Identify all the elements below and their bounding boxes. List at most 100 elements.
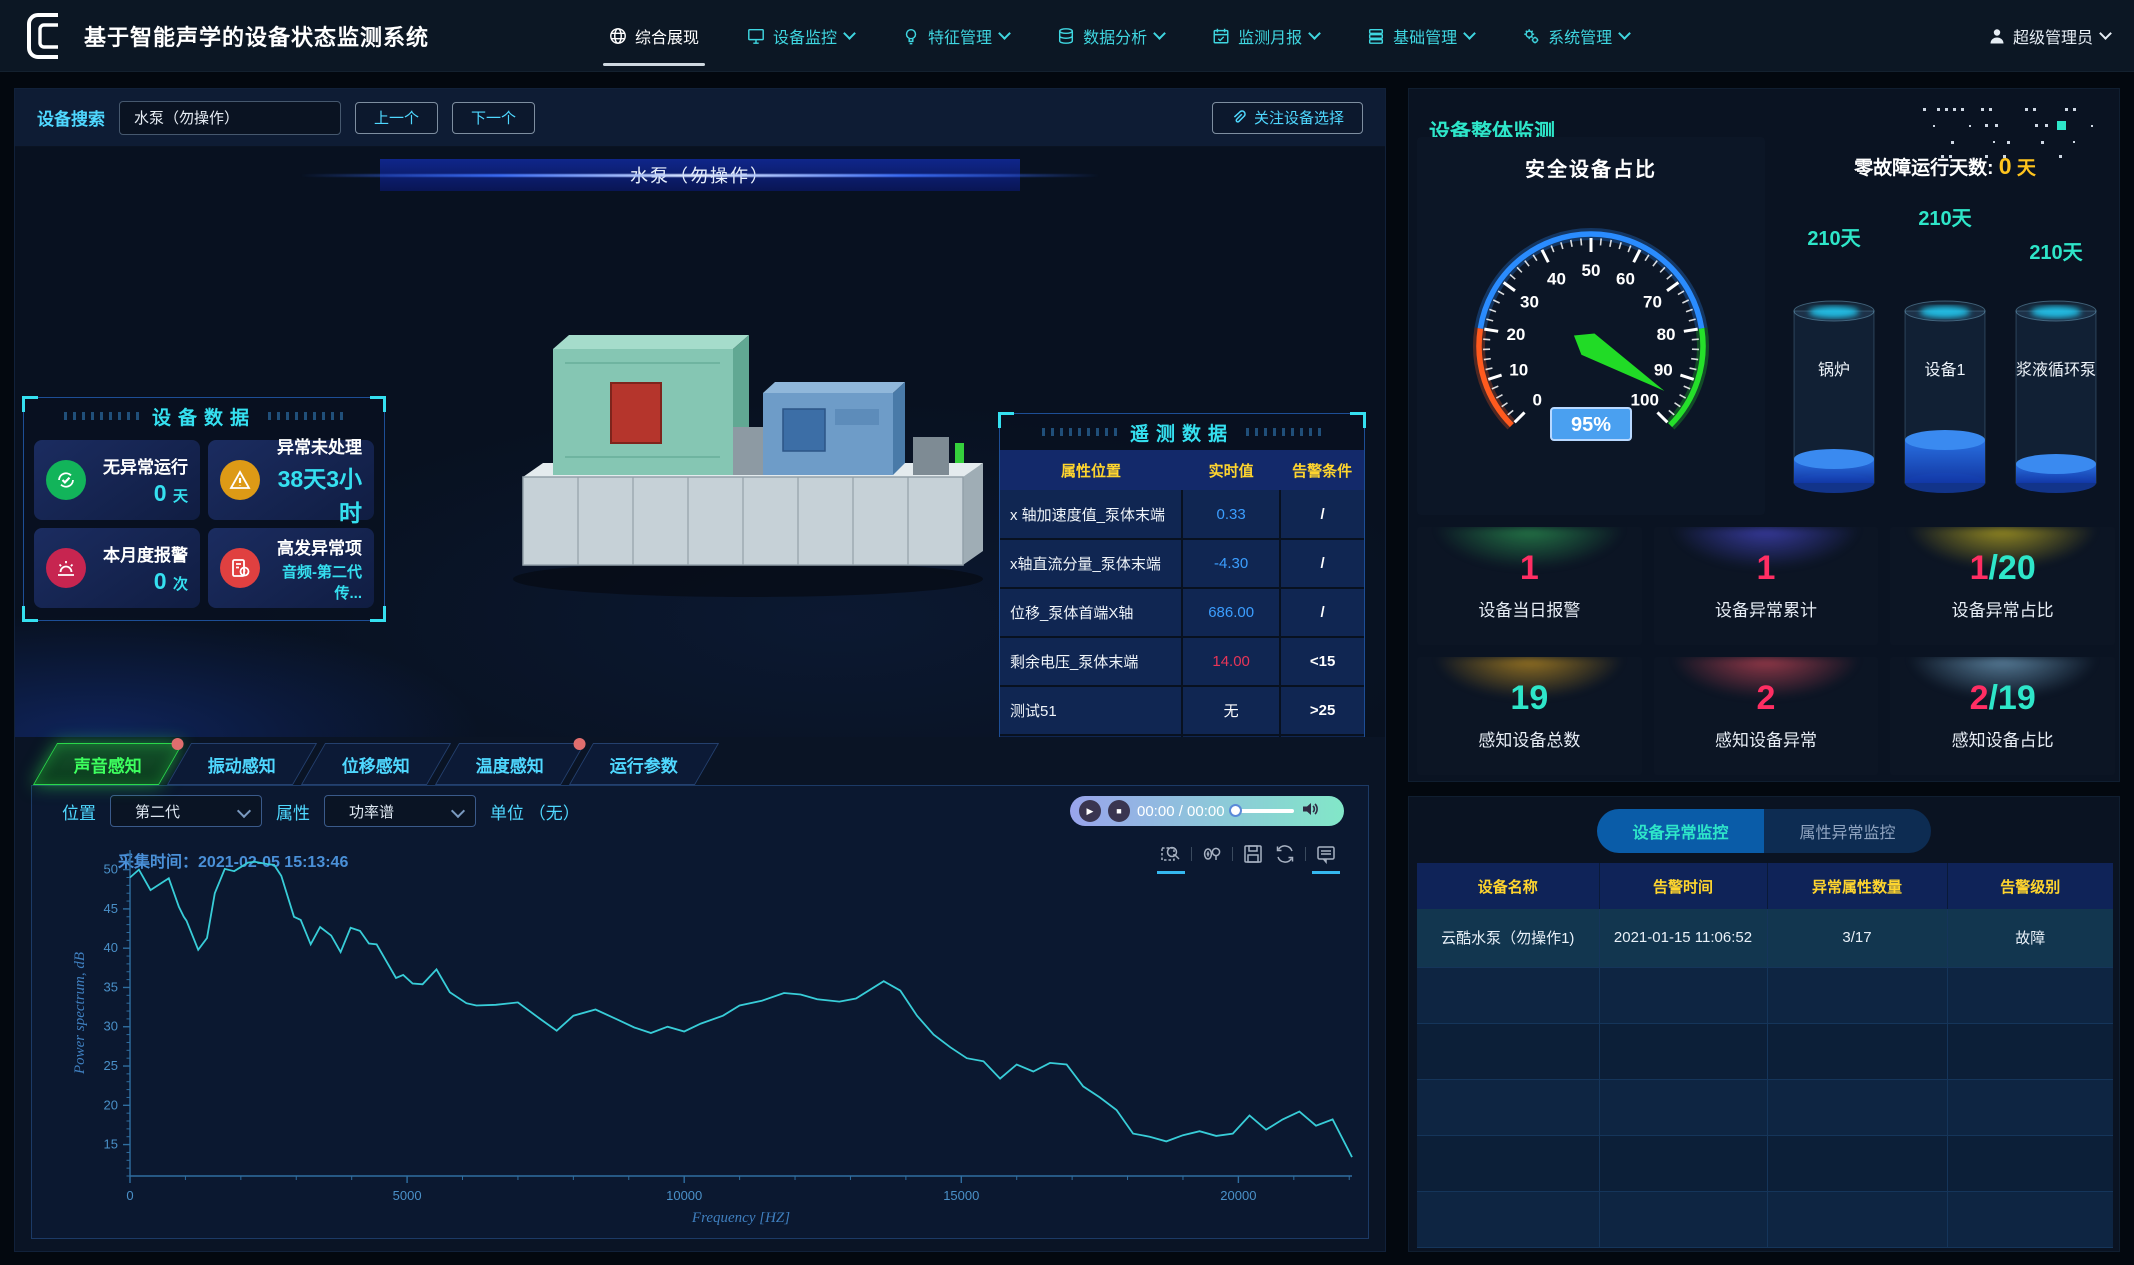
nav-item-device-monitor[interactable]: 设备监控 (747, 0, 854, 72)
tab-device-alarm[interactable]: 设备异常监控 (1597, 809, 1764, 853)
attribute-select[interactable]: 功率谱 (324, 795, 476, 827)
table-row (1417, 967, 2113, 1023)
device-search-bar: 设备搜索 上一个 下一个 关注设备选择 (15, 89, 1385, 147)
volume-icon[interactable] (1301, 800, 1319, 823)
gauge-card: 安全设备占比 010203040506070809010095% (1417, 137, 1765, 515)
user-icon (1989, 28, 2005, 44)
volume-slider[interactable] (1232, 809, 1294, 813)
top-nav: 基于智能声学的设备状态监测系统 综合展现 设备监控 特征管理 数据分析 监测月报 (0, 0, 2134, 72)
tank-cylinder (1893, 295, 1997, 499)
sound-sense-section: 位置 第二代 属性 功率谱 单位 （无） ▶ ■ 00:00 / 00:00 采… (31, 785, 1369, 1239)
alert-dot (574, 738, 586, 750)
frame-corner (22, 396, 38, 412)
globe-icon (609, 27, 627, 45)
stat-today-alarms: 1 设备当日报警 (1417, 527, 1642, 645)
svg-text:0: 0 (126, 1188, 133, 1203)
alarm-tabs: 设备异常监控 属性异常监控 (1597, 809, 1931, 853)
decor-dots (1042, 428, 1118, 436)
slider-thumb[interactable] (1229, 804, 1242, 817)
prev-device-button[interactable]: 上一个 (355, 102, 438, 134)
frame-corner (22, 606, 38, 622)
table-row: 位移_泵体首端X轴686.00/ (1000, 588, 1364, 637)
tank-boiler: 210天 锅炉 (1781, 186, 1887, 499)
next-device-button[interactable]: 下一个 (452, 102, 535, 134)
tank-slurry-pump: 210天 浆液循环泵 (2003, 186, 2109, 499)
svg-text:40: 40 (104, 940, 118, 955)
chevron-down-icon (843, 27, 856, 40)
telemetry-panel: 遥测数据 属性位置 实时值 告警条件 x 轴加速度值_泵体末端0.33/ x轴直… (999, 413, 1365, 737)
svg-text:95%: 95% (1571, 414, 1611, 436)
table-header-row: 设备名称 告警时间 异常属性数量 告警级别 (1417, 863, 2113, 909)
user-menu[interactable]: 超级管理员 (1989, 24, 2110, 48)
zero-fault-title: 零故障运行天数: 0 天 (1775, 153, 2115, 180)
tab-displacement[interactable]: 位移感知 (301, 743, 451, 785)
svg-text:45: 45 (104, 901, 118, 916)
tank-cylinder (1782, 295, 1886, 499)
stats-grid: 1 设备当日报警 1 设备异常累计 1/20 设备异常占比 19 感知设备总数 … (1417, 527, 2115, 775)
paperclip-icon (1231, 110, 1246, 125)
nav-item-feature-mgmt[interactable]: 特征管理 (902, 0, 1009, 72)
telemetry-title: 遥测数据 (1130, 419, 1234, 446)
nav-item-system-mgmt[interactable]: 系统管理 (1522, 0, 1629, 72)
database-icon (1057, 27, 1075, 45)
tab-vibration[interactable]: 振动感知 (167, 743, 317, 785)
left-panel: 设备搜索 上一个 下一个 关注设备选择 水泵（勿操作） (14, 88, 1386, 1252)
play-button[interactable]: ▶ (1079, 800, 1101, 822)
chevron-down-icon (998, 27, 1011, 40)
table-header-row: 属性位置 实时值 告警条件 (1000, 450, 1364, 490)
chart-controls: 位置 第二代 属性 功率谱 单位 （无） ▶ ■ 00:00 / 00:00 (32, 786, 1368, 836)
table-row[interactable]: 云酷水泵（勿操作1) 2021-01-15 11:06:52 3/17 故障 (1417, 909, 2113, 967)
stat-abnormal-total: 1 设备异常累计 (1654, 527, 1879, 645)
svg-text:20: 20 (104, 1097, 118, 1112)
audio-player: ▶ ■ 00:00 / 00:00 (1070, 796, 1344, 826)
pump-3d-model (483, 287, 993, 607)
app-title: 基于智能声学的设备状态监测系统 (84, 20, 429, 52)
stat-sensor-abnormal: 2 感知设备异常 (1654, 657, 1879, 775)
frame-corner (998, 412, 1014, 428)
user-name: 超级管理员 (2013, 24, 2093, 48)
decor-dots (1246, 428, 1322, 436)
zero-fault-value: 0 (1999, 153, 2012, 179)
alarm-table: 设备名称 告警时间 异常属性数量 告警级别 云酷水泵（勿操作1) 2021-01… (1417, 863, 2113, 1248)
telemetry-table: 属性位置 实时值 告警条件 x 轴加速度值_泵体末端0.33/ x轴直流分量_泵… (1000, 450, 1364, 737)
warning-icon (220, 460, 260, 500)
nav-item-monthly-report[interactable]: 监测月报 (1212, 0, 1319, 72)
svg-text:15: 15 (104, 1137, 118, 1152)
tab-run-params[interactable]: 运行参数 (569, 743, 719, 785)
device-data-title: 设备数据 (152, 403, 256, 430)
nav-item-base-mgmt[interactable]: 基础管理 (1367, 0, 1474, 72)
svg-text:60: 60 (1616, 269, 1635, 288)
svg-text:15000: 15000 (943, 1188, 979, 1203)
nav-item-data-analysis[interactable]: 数据分析 (1057, 0, 1164, 72)
position-select[interactable]: 第二代 (110, 795, 262, 827)
alarm-light-icon (46, 548, 86, 588)
nav-item-overview[interactable]: 综合展现 (609, 0, 699, 72)
tab-sound[interactable]: 声音感知 (33, 743, 183, 785)
sense-tabs: 声音感知 振动感知 位移感知 温度感知 运行参数 (45, 743, 715, 785)
chevron-down-icon (1463, 27, 1476, 40)
decor-dots (64, 412, 140, 420)
alarm-monitor-panel: 设备异常监控 属性异常监控 设备名称 告警时间 异常属性数量 告警级别 云酷水泵… (1408, 796, 2120, 1252)
table-row (1417, 1079, 2113, 1135)
monitor-icon (747, 27, 765, 45)
position-label: 位置 (62, 799, 96, 824)
svg-text:Power spectrum, dB: Power spectrum, dB (72, 952, 88, 1075)
focus-device-button[interactable]: 关注设备选择 (1212, 102, 1363, 134)
3d-viewport[interactable]: 水泵（勿操作） (15, 147, 1385, 737)
tab-temperature[interactable]: 温度感知 (435, 743, 585, 785)
search-input[interactable] (119, 101, 341, 135)
table-row (1417, 1135, 2113, 1191)
doc-alert-icon (220, 548, 260, 588)
table-row: 测试51无>25 (1000, 686, 1364, 735)
tab-attribute-alarm[interactable]: 属性异常监控 (1764, 809, 1931, 853)
svg-text:40: 40 (1547, 269, 1566, 288)
svg-text:Frequency [HZ]: Frequency [HZ] (691, 1210, 790, 1226)
search-label: 设备搜索 (37, 105, 105, 130)
svg-text:25: 25 (104, 1058, 118, 1073)
stop-button[interactable]: ■ (1108, 800, 1130, 822)
table-row (1417, 1191, 2113, 1247)
overall-monitor-panel: 设备整体监测 安全设备占比 010203040506070809010095% … (1408, 88, 2120, 782)
dashboard: 基于智能声学的设备状态监测系统 综合展现 设备监控 特征管理 数据分析 监测月报 (0, 0, 2134, 1265)
chevron-down-icon (2099, 27, 2112, 40)
app-logo-icon (24, 11, 70, 61)
